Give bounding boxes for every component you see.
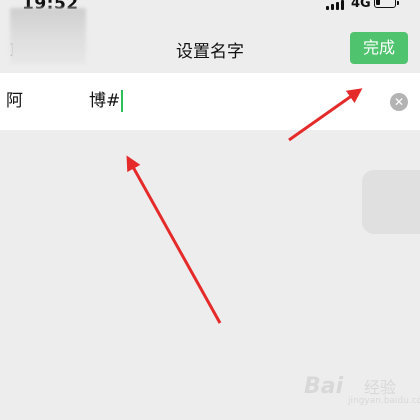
arrow-to-name-input [126,155,222,324]
arrow-to-done-button [288,88,363,142]
watermark-brand: Bai [304,374,344,399]
watermark-brand-cn: 经验 [364,378,397,397]
annotation-arrows [126,88,363,324]
baidu-jingyan-watermark: Bai 经验 jingyan.baidu.com [300,360,420,410]
watermark-url: jingyan.baidu.com [348,396,420,406]
